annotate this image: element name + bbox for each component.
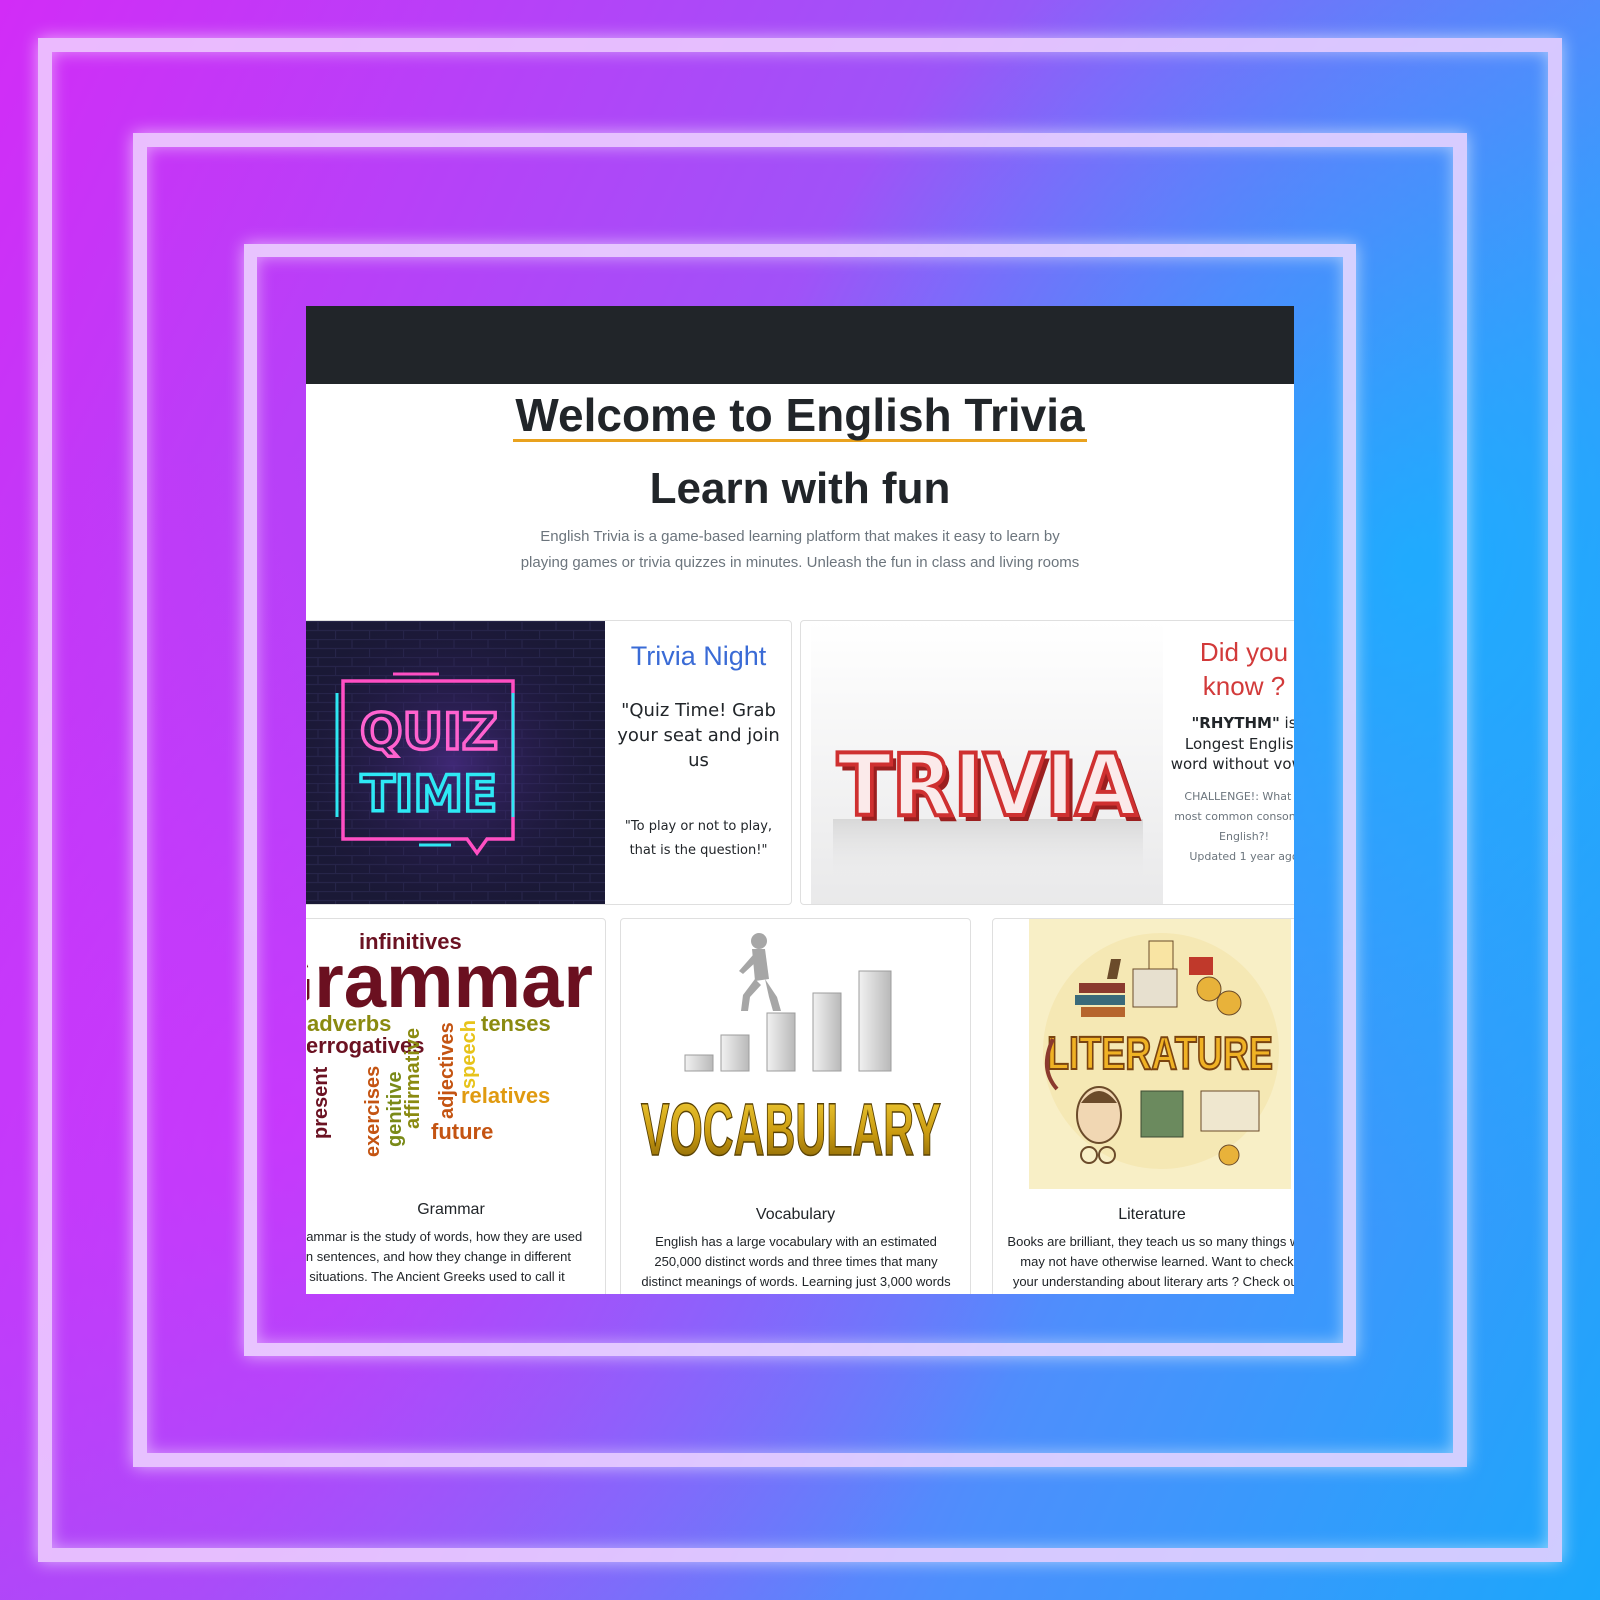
trivia-night-quote: "Quiz Time! Grab your seat and join us bbox=[617, 700, 780, 771]
quiz-time-image: QUIZ TIME bbox=[306, 621, 605, 904]
literature-card[interactable]: LITERATURE Literature Books are brillian… bbox=[992, 918, 1294, 1294]
literature-word: LITERATURE bbox=[1047, 1027, 1273, 1079]
trivia-3d-image: TRIVIA TRIVIA bbox=[811, 621, 1163, 904]
old-typewriter-icon bbox=[1140, 1090, 1184, 1138]
word-exercises: exercises bbox=[362, 1066, 384, 1157]
quiz-word: QUIZ bbox=[360, 703, 498, 761]
vocabulary-image: VOCABULARY bbox=[631, 927, 961, 1197]
page-title: Welcome to English Trivia bbox=[513, 389, 1087, 443]
updated-text: Updated 1 year ago bbox=[1189, 849, 1294, 863]
trivia-night-body: Trivia Night "Quiz Time! Grab your seat … bbox=[611, 621, 786, 863]
literature-image: LITERATURE bbox=[1029, 919, 1291, 1189]
top-navbar bbox=[306, 306, 1294, 384]
tagline: Learn with fun bbox=[649, 464, 951, 513]
did-you-know-body: Did you know ? "RHYTHM" is Longest Engli… bbox=[1169, 621, 1294, 867]
time-word: TIME bbox=[361, 765, 498, 823]
literature-title[interactable]: Literature bbox=[993, 1206, 1294, 1224]
grammar-title[interactable]: Grammar bbox=[306, 1201, 605, 1219]
trivia-night-subtext: "To play or not to play, that is the que… bbox=[624, 819, 773, 858]
grammar-card[interactable]: infinitives Grammar adverbs tenses inter… bbox=[306, 918, 606, 1294]
word-genitive: genitive bbox=[384, 1071, 406, 1147]
typewriter-icon bbox=[1132, 968, 1178, 1008]
word-future: future bbox=[431, 1119, 493, 1144]
shakespeare-portrait-icon bbox=[1076, 1086, 1122, 1144]
word-present: present bbox=[310, 1066, 332, 1139]
word-speech: speech bbox=[458, 1020, 480, 1089]
theatre-mask-icon bbox=[1196, 976, 1222, 1002]
did-you-know-card[interactable]: TRIVIA TRIVIA Did you know ? "RHYTHM" is… bbox=[800, 620, 1294, 905]
grammar-text: Grammar is the study of words, how they … bbox=[306, 1229, 583, 1284]
word-tenses: tenses bbox=[481, 1011, 551, 1036]
grammar-word-cloud-image: infinitives Grammar adverbs tenses inter… bbox=[307, 919, 597, 1189]
open-book-icon bbox=[1200, 1090, 1260, 1132]
challenge-text: CHALLENGE!: What is most common consonan… bbox=[1174, 789, 1294, 843]
word-relatives: relatives bbox=[461, 1083, 550, 1108]
letter-a-icon bbox=[1189, 957, 1213, 975]
fact-keyword: "RHYTHM" bbox=[1191, 714, 1280, 732]
trivia-word: TRIVIA bbox=[837, 736, 1137, 836]
vocabulary-title[interactable]: Vocabulary bbox=[621, 1206, 970, 1224]
book-stack-icon bbox=[1075, 983, 1125, 1017]
intro-text: English Trivia is a game-based learning … bbox=[520, 528, 1080, 571]
did-you-know-fact: "RHYTHM" is Longest English word without… bbox=[1169, 713, 1294, 775]
did-you-know-title: Did you know ? bbox=[1199, 637, 1289, 701]
vocabulary-text: English has a large vocabulary with an e… bbox=[641, 1234, 951, 1289]
literature-text: Books are brilliant, they teach us so ma… bbox=[1007, 1234, 1294, 1289]
page-screenshot: Welcome to English Trivia Learn with fun… bbox=[306, 306, 1294, 1294]
vocabulary-word: VOCABULARY bbox=[641, 1088, 941, 1171]
vocabulary-card[interactable]: VOCABULARY Vocabulary English has a larg… bbox=[620, 918, 971, 1294]
trivia-night-card[interactable]: QUIZ TIME Trivia Night "Quiz Time! Grab … bbox=[306, 620, 792, 905]
clock-icon bbox=[1218, 1144, 1240, 1166]
word-adjectives: adjectives bbox=[436, 1022, 458, 1119]
trivia-night-title[interactable]: Trivia Night bbox=[611, 641, 786, 672]
